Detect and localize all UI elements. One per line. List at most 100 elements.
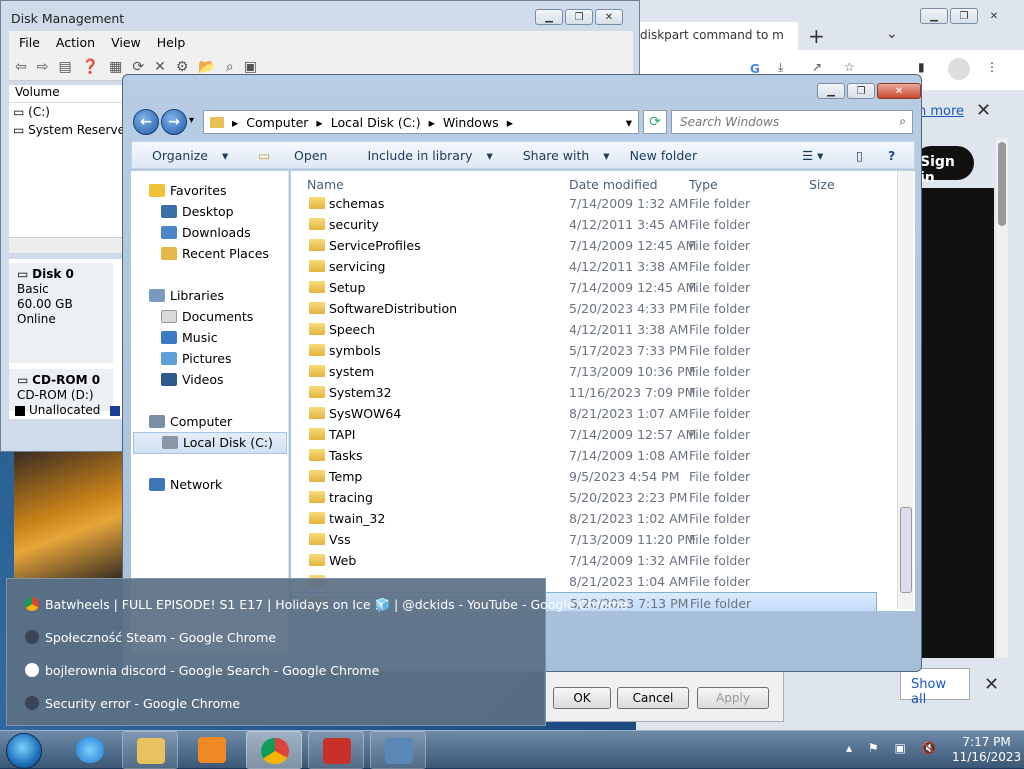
- apply-button[interactable]: Apply: [697, 687, 769, 709]
- nav-desktop[interactable]: Desktop: [161, 204, 234, 219]
- breadcrumb-windows[interactable]: Windows: [443, 115, 499, 130]
- view-options-icon[interactable]: ☰ ▾: [792, 148, 833, 163]
- show-hidden-icons-icon[interactable]: ▴: [846, 741, 858, 755]
- show-all-downloads-button[interactable]: Show all: [900, 668, 970, 707]
- open-button[interactable]: ▭ Open: [238, 148, 347, 163]
- address-bar[interactable]: ▸ Computer ▸ Local Disk (C:) ▸ Windows ▸…: [203, 110, 639, 134]
- nav-recent-places[interactable]: Recent Places: [161, 246, 269, 261]
- nav-computer[interactable]: Computer: [149, 414, 232, 429]
- taskbar-toolbox[interactable]: [308, 731, 364, 769]
- help-icon[interactable]: ❓: [82, 59, 99, 75]
- forward-arrow-icon[interactable]: ⇨: [37, 59, 49, 75]
- maximize-button[interactable]: ❐: [565, 9, 593, 25]
- file-row[interactable]: System32 11/16/2023 7:09 PM File folder: [291, 382, 877, 403]
- column-header-date[interactable]: Date modified: [569, 177, 658, 192]
- profile-avatar-icon[interactable]: [948, 58, 970, 80]
- close-banner-icon[interactable]: ✕: [976, 100, 991, 121]
- menu-action[interactable]: Action: [52, 35, 107, 50]
- new-folder-button[interactable]: New folder: [620, 148, 708, 163]
- chrome-close-button[interactable]: ✕: [980, 8, 1008, 24]
- column-header-name[interactable]: Name: [307, 177, 344, 192]
- jumplist-item[interactable]: Batwheels | FULL EPISODE! S1 E17 | Holid…: [25, 597, 628, 613]
- recent-pages-icon[interactable]: ▾: [189, 115, 194, 126]
- jumplist-item[interactable]: bojlerownia discord - Google Search - Go…: [25, 663, 379, 678]
- chrome-minimize-button[interactable]: ▁: [920, 8, 948, 24]
- horizontal-scrollbar[interactable]: [9, 237, 125, 253]
- file-row[interactable]: SysWOW64 8/21/2023 1:07 AM File folder: [291, 403, 877, 424]
- jumplist-item[interactable]: Społeczność Steam - Google Chrome: [25, 630, 276, 645]
- action-center-icon[interactable]: ⚑: [868, 741, 885, 755]
- file-row[interactable]: security 4/12/2011 3:45 AM File folder: [291, 214, 877, 235]
- nav-libraries[interactable]: Libraries: [149, 288, 224, 303]
- menu-file[interactable]: File: [15, 35, 52, 50]
- taskbar-internet-explorer[interactable]: [62, 731, 118, 769]
- file-row[interactable]: Setup 7/14/2009 12:45 AM File folder: [291, 277, 877, 298]
- volume-icon[interactable]: 🔇: [922, 741, 943, 755]
- search-icon[interactable]: ⌕: [226, 59, 234, 75]
- nav-pictures[interactable]: Pictures: [161, 351, 232, 366]
- tab-search-chevron-icon[interactable]: ⌄: [886, 26, 898, 42]
- minimize-button[interactable]: ▁: [817, 83, 845, 99]
- file-row[interactable]: twain_32 8/21/2023 1:02 AM File folder: [291, 508, 877, 529]
- install-icon[interactable]: ⤓: [778, 60, 783, 75]
- organize-button[interactable]: Organize ▾: [132, 148, 238, 163]
- include-in-library-button[interactable]: Include in library ▾: [347, 148, 502, 163]
- taskbar-media-player[interactable]: [184, 731, 240, 769]
- volume-column-header[interactable]: Volume: [9, 85, 125, 103]
- chrome-maximize-button[interactable]: ❐: [950, 8, 978, 24]
- maximize-button[interactable]: ❐: [847, 83, 875, 99]
- chrome-scrollbar[interactable]: [996, 138, 1008, 658]
- preview-pane-icon[interactable]: ▯: [846, 148, 873, 163]
- file-row[interactable]: Vss 7/13/2009 11:20 PM File folder: [291, 529, 877, 550]
- breadcrumb-computer[interactable]: Computer: [246, 115, 308, 130]
- search-icon[interactable]: ⌕: [899, 114, 906, 129]
- nav-downloads[interactable]: Downloads: [161, 225, 251, 240]
- share-icon[interactable]: ↗: [812, 60, 822, 74]
- menu-help[interactable]: Help: [153, 35, 198, 50]
- new-tab-icon[interactable]: +: [808, 24, 825, 48]
- clock[interactable]: 7:17 PM 11/16/2023: [952, 735, 1021, 765]
- nav-local-disk[interactable]: Local Disk (C:): [133, 432, 287, 454]
- side-panel-icon[interactable]: ▮: [918, 60, 925, 74]
- file-row[interactable]: system 7/13/2009 10:36 PM File folder: [291, 361, 877, 382]
- file-row[interactable]: symbols 5/17/2023 7:33 PM File folder: [291, 340, 877, 361]
- panel-icon[interactable]: ▦: [109, 59, 122, 75]
- minimize-button[interactable]: ▁: [535, 9, 563, 25]
- nav-network[interactable]: Network: [149, 477, 222, 492]
- menu-view[interactable]: View: [107, 35, 153, 50]
- breadcrumb-local-disk[interactable]: Local Disk (C:): [331, 115, 421, 130]
- share-with-button[interactable]: Share with ▾: [503, 148, 620, 163]
- back-button[interactable]: ←: [133, 109, 159, 135]
- taskbar-disk-management[interactable]: [370, 731, 426, 769]
- disk0-block[interactable]: ▭ Disk 0 Basic 60.00 GB Online: [9, 263, 113, 363]
- file-row[interactable]: Web 7/14/2009 1:32 AM File folder: [291, 550, 877, 571]
- nav-videos[interactable]: Videos: [161, 372, 224, 387]
- chrome-menu-icon[interactable]: ⋮: [986, 60, 998, 74]
- close-button[interactable]: ✕: [595, 9, 623, 25]
- bookmark-star-icon[interactable]: ☆: [844, 60, 855, 74]
- search-input[interactable]: Search Windows ⌕: [671, 110, 913, 134]
- column-header-type[interactable]: Type: [689, 177, 718, 192]
- file-row[interactable]: schemas 7/14/2009 1:32 AM File folder: [291, 193, 877, 214]
- file-row[interactable]: Speech 4/12/2011 3:38 AM File folder: [291, 319, 877, 340]
- nav-music[interactable]: Music: [161, 330, 218, 345]
- close-button[interactable]: ✕: [877, 83, 921, 99]
- jumplist-item[interactable]: Security error - Google Chrome: [25, 696, 240, 711]
- column-header-size[interactable]: Size: [809, 177, 835, 192]
- network-tray-icon[interactable]: ▣: [894, 741, 911, 755]
- properties-icon[interactable]: ▤: [58, 59, 71, 75]
- help-icon[interactable]: ?: [878, 148, 905, 163]
- taskbar-chrome[interactable]: [246, 731, 302, 769]
- open-folder-icon[interactable]: 📂: [198, 59, 215, 75]
- scroll-thumb[interactable]: [900, 507, 912, 593]
- chrome-tab[interactable]: diskpart command to m: [636, 22, 798, 50]
- back-arrow-icon[interactable]: ⇦: [15, 59, 27, 75]
- cancel-button[interactable]: Cancel: [617, 687, 689, 709]
- file-row[interactable]: ServiceProfiles 7/14/2009 12:45 AM File fo…: [291, 235, 877, 256]
- address-dropdown-icon[interactable]: ▾: [626, 115, 632, 130]
- start-button[interactable]: [6, 733, 42, 769]
- taskbar-explorer[interactable]: [122, 731, 178, 769]
- scroll-thumb[interactable]: [998, 142, 1006, 226]
- file-row[interactable]: tracing 5/20/2023 2:23 PM File folder: [291, 487, 877, 508]
- refresh-button[interactable]: ⟳: [643, 110, 667, 134]
